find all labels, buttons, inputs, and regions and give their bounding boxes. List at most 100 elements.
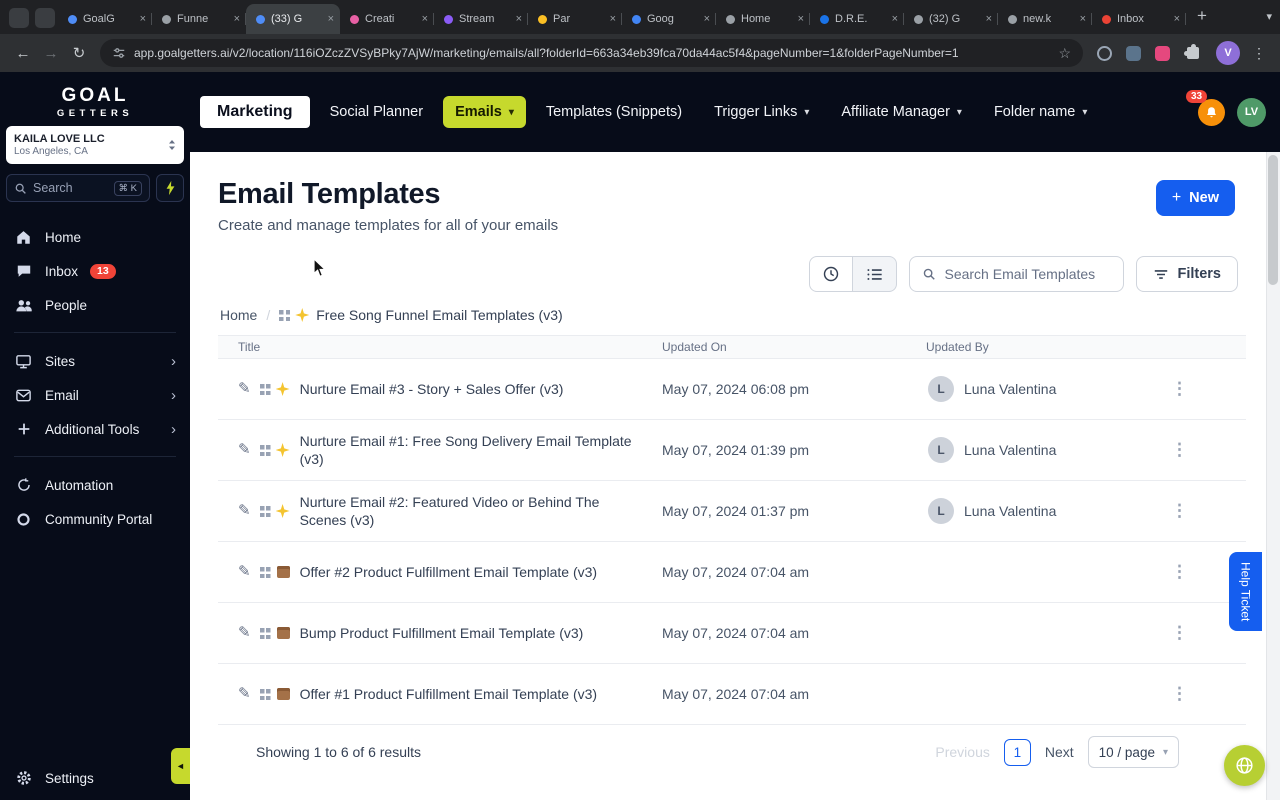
- table-row[interactable]: ✎ Offer #1 Product Fulfillment Email Tem…: [218, 664, 1246, 725]
- nav-item-marketing[interactable]: Marketing: [200, 96, 310, 128]
- extensions-puzzle-icon[interactable]: [1184, 44, 1199, 59]
- nav-item-social-planner[interactable]: Social Planner: [318, 96, 436, 128]
- tab-close-icon[interactable]: ×: [234, 13, 240, 25]
- nav-item-folder-name[interactable]: Folder name ▾: [982, 96, 1099, 128]
- account-switcher[interactable]: KAILA LOVE LLC Los Angeles, CA: [6, 126, 184, 164]
- page-number-button[interactable]: 1: [1003, 738, 1031, 766]
- browser-tab[interactable]: Goog ×: [622, 4, 716, 34]
- user-avatar[interactable]: LV: [1237, 97, 1266, 127]
- filters-button[interactable]: Filters: [1136, 256, 1238, 292]
- table-row[interactable]: ✎ Nurture Email #2: Featured Video or Be…: [218, 481, 1246, 542]
- edit-icon[interactable]: ✎: [238, 623, 251, 643]
- template-title[interactable]: Nurture Email #1: Free Song Delivery Ema…: [300, 432, 646, 468]
- table-row[interactable]: ✎ Nurture Email #3 - Story + Sales Offer…: [218, 359, 1246, 420]
- history-button[interactable]: [809, 256, 854, 292]
- browser-tab[interactable]: GoalG ×: [58, 4, 152, 34]
- browser-tab[interactable]: D.R.E. ×: [810, 4, 904, 34]
- sidebar-item-additional-tools[interactable]: Additional Tools ›: [0, 412, 190, 446]
- language-globe-button[interactable]: [1224, 745, 1265, 786]
- browser-tab[interactable]: Stream ×: [434, 4, 528, 34]
- sidebar-item-inbox[interactable]: Inbox 13: [0, 254, 190, 288]
- row-menu-icon[interactable]: ⋮: [1171, 501, 1188, 520]
- sidebar-item-community-portal[interactable]: Community Portal: [0, 502, 190, 536]
- table-row[interactable]: ✎ Nurture Email #1: Free Song Delivery E…: [218, 420, 1246, 481]
- table-row[interactable]: ✎ Offer #2 Product Fulfillment Email Tem…: [218, 542, 1246, 603]
- list-view-button[interactable]: [853, 256, 898, 292]
- page-size-select[interactable]: 10 / page ▾: [1087, 736, 1179, 768]
- tab-close-icon[interactable]: ×: [422, 13, 428, 25]
- sidebar-item-sites[interactable]: Sites ›: [0, 344, 190, 378]
- bookmark-star-icon[interactable]: ☆: [1058, 45, 1071, 62]
- tab-close-icon[interactable]: ×: [516, 13, 522, 25]
- nav-item-trigger-links[interactable]: Trigger Links ▾: [702, 96, 821, 128]
- row-menu-icon[interactable]: ⋮: [1171, 562, 1188, 581]
- sidebar-collapse-button[interactable]: ◄: [171, 748, 190, 784]
- nav-item-affiliate-manager[interactable]: Affiliate Manager ▾: [829, 96, 974, 128]
- tab-close-icon[interactable]: ×: [328, 13, 334, 25]
- template-title[interactable]: Offer #1 Product Fulfillment Email Templ…: [300, 685, 598, 703]
- sidebar-item-settings[interactable]: Settings: [0, 770, 190, 786]
- previous-page-button[interactable]: Previous: [935, 744, 989, 760]
- template-title[interactable]: Bump Product Fulfillment Email Template …: [300, 624, 584, 642]
- extension-icon-1[interactable]: [1097, 45, 1112, 61]
- tab-close-icon[interactable]: ×: [892, 13, 898, 25]
- browser-tab[interactable]: new.k ×: [998, 4, 1092, 34]
- sidebar-item-people[interactable]: People: [0, 288, 190, 322]
- edit-icon[interactable]: ✎: [238, 379, 251, 399]
- scrollbar-thumb[interactable]: [1268, 155, 1278, 285]
- tab-close-icon[interactable]: ×: [1174, 13, 1180, 25]
- edit-icon[interactable]: ✎: [238, 501, 251, 521]
- edit-icon[interactable]: ✎: [238, 440, 251, 460]
- template-title[interactable]: Nurture Email #2: Featured Video or Behi…: [300, 493, 646, 529]
- tab-search-caret-icon[interactable]: ▾: [1266, 10, 1272, 23]
- notifications-button[interactable]: 33: [1186, 89, 1225, 126]
- template-title[interactable]: Offer #2 Product Fulfillment Email Templ…: [300, 563, 598, 581]
- browser-tab[interactable]: Par ×: [528, 4, 622, 34]
- nav-item-emails[interactable]: Emails ▾: [443, 96, 526, 128]
- tab-close-icon[interactable]: ×: [1080, 13, 1086, 25]
- template-title[interactable]: Nurture Email #3 - Story + Sales Offer (…: [300, 380, 564, 398]
- edit-icon[interactable]: ✎: [238, 562, 251, 582]
- extension-icon-2[interactable]: [1126, 45, 1141, 61]
- extension-icon-3[interactable]: [1155, 45, 1170, 61]
- browser-tab[interactable]: Inbox ×: [1092, 4, 1186, 34]
- row-menu-icon[interactable]: ⋮: [1171, 623, 1188, 642]
- site-info-icon[interactable]: [112, 46, 126, 60]
- reload-button[interactable]: ↻: [66, 40, 92, 66]
- tab-close-icon[interactable]: ×: [610, 13, 616, 25]
- tab-close-icon[interactable]: ×: [140, 13, 146, 25]
- row-menu-icon[interactable]: ⋮: [1171, 684, 1188, 703]
- sidebar-item-email[interactable]: Email ›: [0, 378, 190, 412]
- row-menu-icon[interactable]: ⋮: [1171, 379, 1188, 398]
- sidebar-item-automation[interactable]: Automation: [0, 468, 190, 502]
- browser-tab[interactable]: Funne ×: [152, 4, 246, 34]
- tab-close-icon[interactable]: ×: [798, 13, 804, 25]
- settings-label: Settings: [45, 770, 94, 786]
- sidebar-search-input[interactable]: Search ⌘ K: [6, 174, 150, 202]
- tab-close-icon[interactable]: ×: [704, 13, 710, 25]
- pinned-tab-icon[interactable]: [9, 8, 29, 28]
- next-page-button[interactable]: Next: [1045, 744, 1074, 760]
- sidebar-item-home[interactable]: Home: [0, 220, 190, 254]
- pinned-tab-icon[interactable]: [35, 8, 55, 28]
- search-input[interactable]: [944, 266, 1112, 282]
- row-menu-icon[interactable]: ⋮: [1171, 440, 1188, 459]
- browser-tab[interactable]: (32) G ×: [904, 4, 998, 34]
- edit-icon[interactable]: ✎: [238, 684, 251, 704]
- tab-close-icon[interactable]: ×: [986, 13, 992, 25]
- browser-menu-icon[interactable]: ⋮: [1252, 45, 1266, 62]
- help-ticket-tab[interactable]: Help Ticket: [1229, 552, 1262, 631]
- nav-item-templates-snippets-[interactable]: Templates (Snippets): [534, 96, 694, 128]
- browser-tab[interactable]: (33) G ×: [246, 4, 340, 34]
- browser-profile-avatar[interactable]: V: [1216, 41, 1240, 65]
- breadcrumb-home[interactable]: Home: [220, 307, 257, 323]
- new-template-button[interactable]: + New: [1155, 180, 1235, 216]
- quick-actions-button[interactable]: [156, 174, 184, 202]
- forward-button[interactable]: →: [38, 40, 64, 66]
- browser-tab[interactable]: Creati ×: [340, 4, 434, 34]
- address-bar[interactable]: app.goalgetters.ai/v2/location/116iOZczZ…: [100, 39, 1083, 67]
- table-row[interactable]: ✎ Bump Product Fulfillment Email Templat…: [218, 603, 1246, 664]
- browser-tab[interactable]: Home ×: [716, 4, 810, 34]
- new-tab-button[interactable]: +: [1190, 4, 1214, 28]
- back-button[interactable]: ←: [10, 40, 36, 66]
